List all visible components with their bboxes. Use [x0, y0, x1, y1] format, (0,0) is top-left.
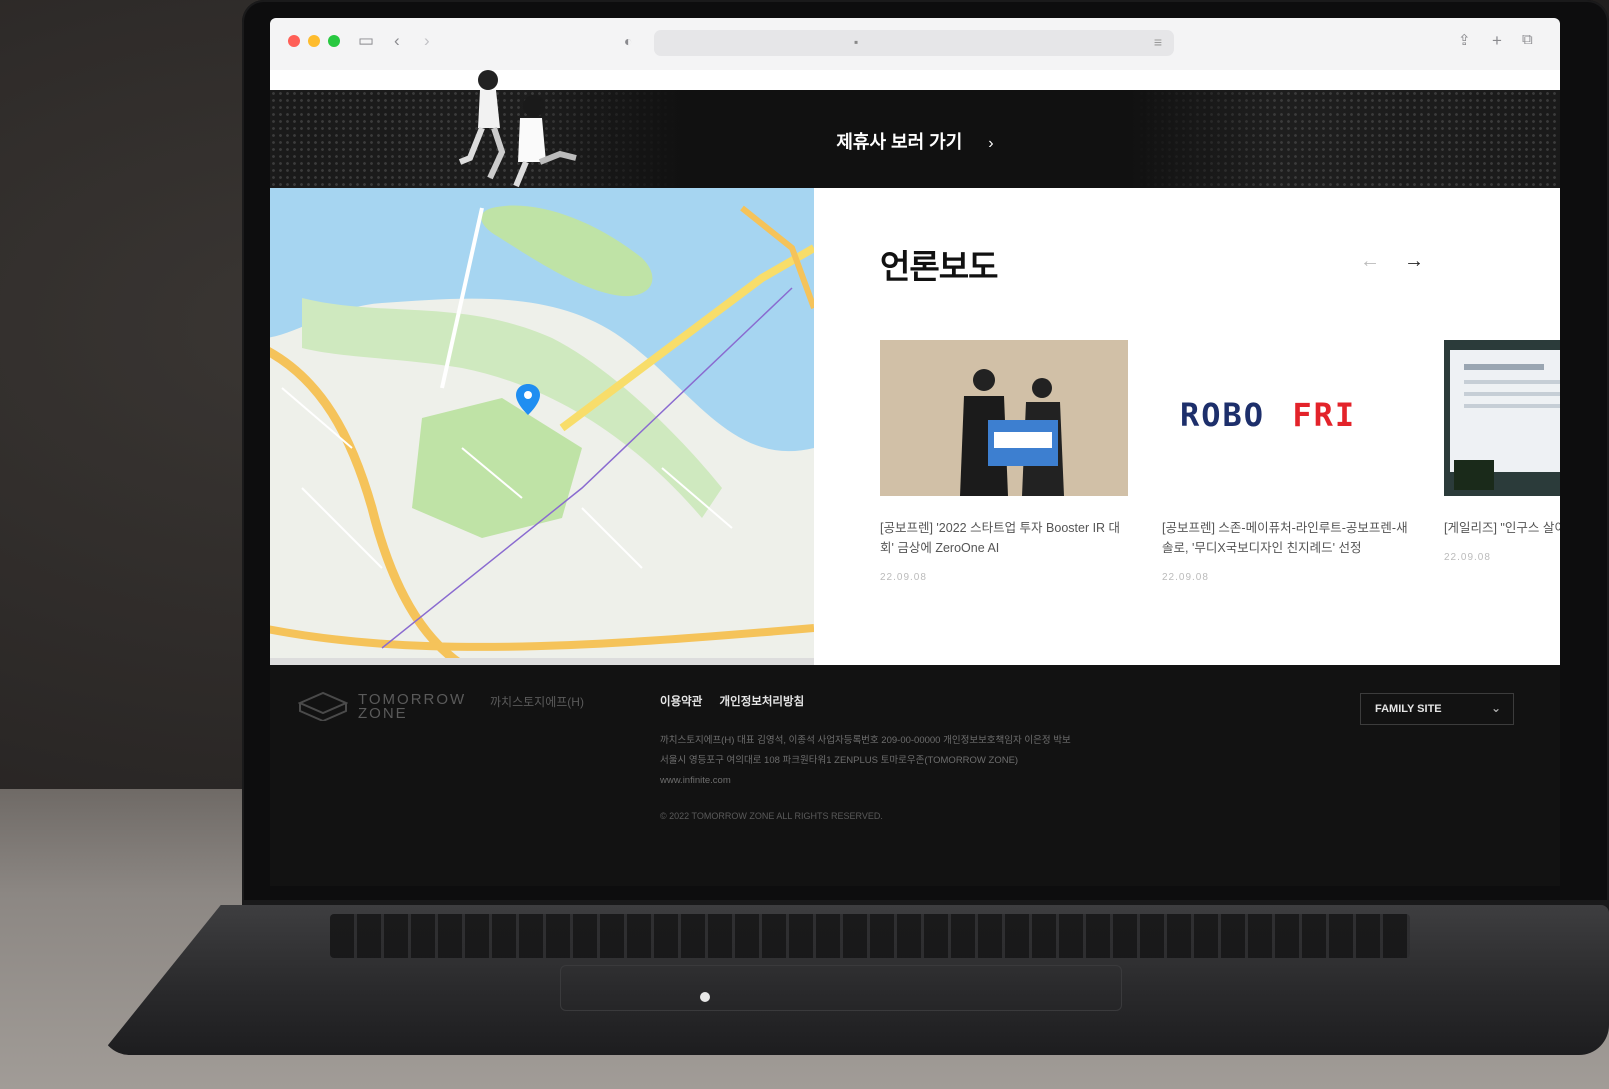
footer-info-line: 까치스토지에프(H) 대표 김영석, 이종석 사업자등록번호 209-00-00…: [660, 735, 1071, 746]
fri-logo-text: FRI: [1292, 396, 1357, 434]
chevron-right-icon: ›: [988, 135, 994, 152]
press-card-photo: [880, 340, 1128, 496]
keyboard: [330, 914, 1410, 958]
footer-info-line: 서울시 영등포구 여의대로 108 파크원타워1 ZENPLUS 토마로우존(T…: [660, 755, 1019, 766]
robo-logo-text: ROBO: [1180, 396, 1266, 434]
partner-link-label: 제휴사 보러 가기: [836, 132, 963, 152]
tabs-icon[interactable]: ⧉: [1522, 31, 1533, 48]
family-site-select[interactable]: FAMILY SITE ⌄: [1360, 693, 1514, 725]
copyright: © 2022 TOMORROW ZONE ALL RIGHTS RESERVED…: [660, 811, 883, 821]
address-bar[interactable]: ▪ ≡: [654, 30, 1174, 56]
close-window-button[interactable]: [288, 35, 300, 47]
privacy-shield-icon[interactable]: ◐: [624, 33, 632, 49]
footer-logo[interactable]: TOMORROW ZONE 까치스토지에프(H): [297, 691, 584, 726]
press-card-title: [게일리즈] "인구스 살이다"...스타트업: [1444, 521, 1560, 535]
press-card[interactable]: [공보프렌] '2022 스타트업 투자 Booster IR 대회' 금상에 …: [880, 340, 1128, 583]
footer-logo-text: TOMORROW ZONE: [358, 691, 467, 722]
footer-org-name: 까치스토지에프(H): [490, 695, 584, 709]
press-card-title: [공보프렌] '2022 스타트업 투자 Booster IR 대회' 금상에 …: [880, 521, 1121, 555]
sidebar-icon[interactable]: ▭: [358, 31, 374, 51]
family-site-label: FAMILY SITE: [1375, 703, 1442, 715]
footer-links: 이용약관 개인정보처리방침: [660, 693, 818, 709]
footer-info-line: www.infinite.com: [660, 775, 731, 786]
forward-icon[interactable]: ›: [424, 31, 430, 51]
runners-illustration: [458, 70, 577, 188]
press-card-date: 22.09.08: [1162, 572, 1209, 583]
status-light: [700, 992, 710, 1002]
zoom-window-button[interactable]: [328, 35, 340, 47]
terms-link[interactable]: 이용약관: [660, 696, 702, 708]
chevron-down-icon: ⌄: [1490, 701, 1501, 715]
next-arrow-icon[interactable]: →: [1404, 250, 1424, 273]
press-card-date: 22.09.08: [1444, 552, 1491, 563]
press-card-screen-photo: [1444, 340, 1560, 496]
tomorrow-zone-logo-icon: [297, 691, 349, 723]
browser-window: ▭ ‹ › ◐ ▪ ≡ ⇪ + ⧉ 제휴사 보러 가기 › 언론보도 ← → […: [270, 18, 1560, 886]
lock-icon: ▪: [854, 35, 859, 49]
partner-link[interactable]: 제휴사 보러 가기 ›: [270, 128, 1560, 154]
back-icon[interactable]: ‹: [394, 31, 400, 51]
new-tab-icon[interactable]: +: [1492, 31, 1502, 51]
footer-info: 까치스토지에프(H) 대표 김영석, 이종석 사업자등록번호 209-00-00…: [660, 731, 1071, 791]
press-card[interactable]: ROBO FRI [공보프렌] 스존-메이퓨처-라인루트-공보프렌-새솔로, '…: [1162, 340, 1410, 583]
press-card-logo: ROBO FRI: [1162, 340, 1410, 496]
page-menu-icon[interactable]: ≡: [1154, 34, 1162, 50]
share-icon[interactable]: ⇪: [1458, 31, 1471, 49]
press-card-date: 22.09.08: [880, 572, 927, 583]
location-map[interactable]: [270, 188, 814, 665]
site-footer: TOMORROW ZONE 까치스토지에프(H) 이용약관 개인정보처리방침 까…: [270, 665, 1560, 886]
press-section: 언론보도 ← → [공보프렌] '2022 스타트업 투자 Booster IR…: [814, 188, 1560, 665]
partner-banner: 제휴사 보러 가기 ›: [270, 70, 1560, 188]
prev-arrow-icon[interactable]: ←: [1360, 250, 1380, 273]
press-card[interactable]: [게일리즈] "인구스 살이다"...스타트업 22.09.08: [1444, 340, 1560, 563]
trackpad: [560, 965, 1122, 1011]
browser-toolbar: ▭ ‹ › ◐ ▪ ≡ ⇪ + ⧉: [270, 18, 1560, 71]
section-title: 언론보도: [880, 248, 998, 285]
privacy-link[interactable]: 개인정보처리방침: [720, 696, 805, 708]
minimize-window-button[interactable]: [308, 35, 320, 47]
press-card-title: [공보프렌] 스존-메이퓨처-라인루트-공보프렌-새솔로, '무디X국보디자인 …: [1162, 521, 1408, 555]
